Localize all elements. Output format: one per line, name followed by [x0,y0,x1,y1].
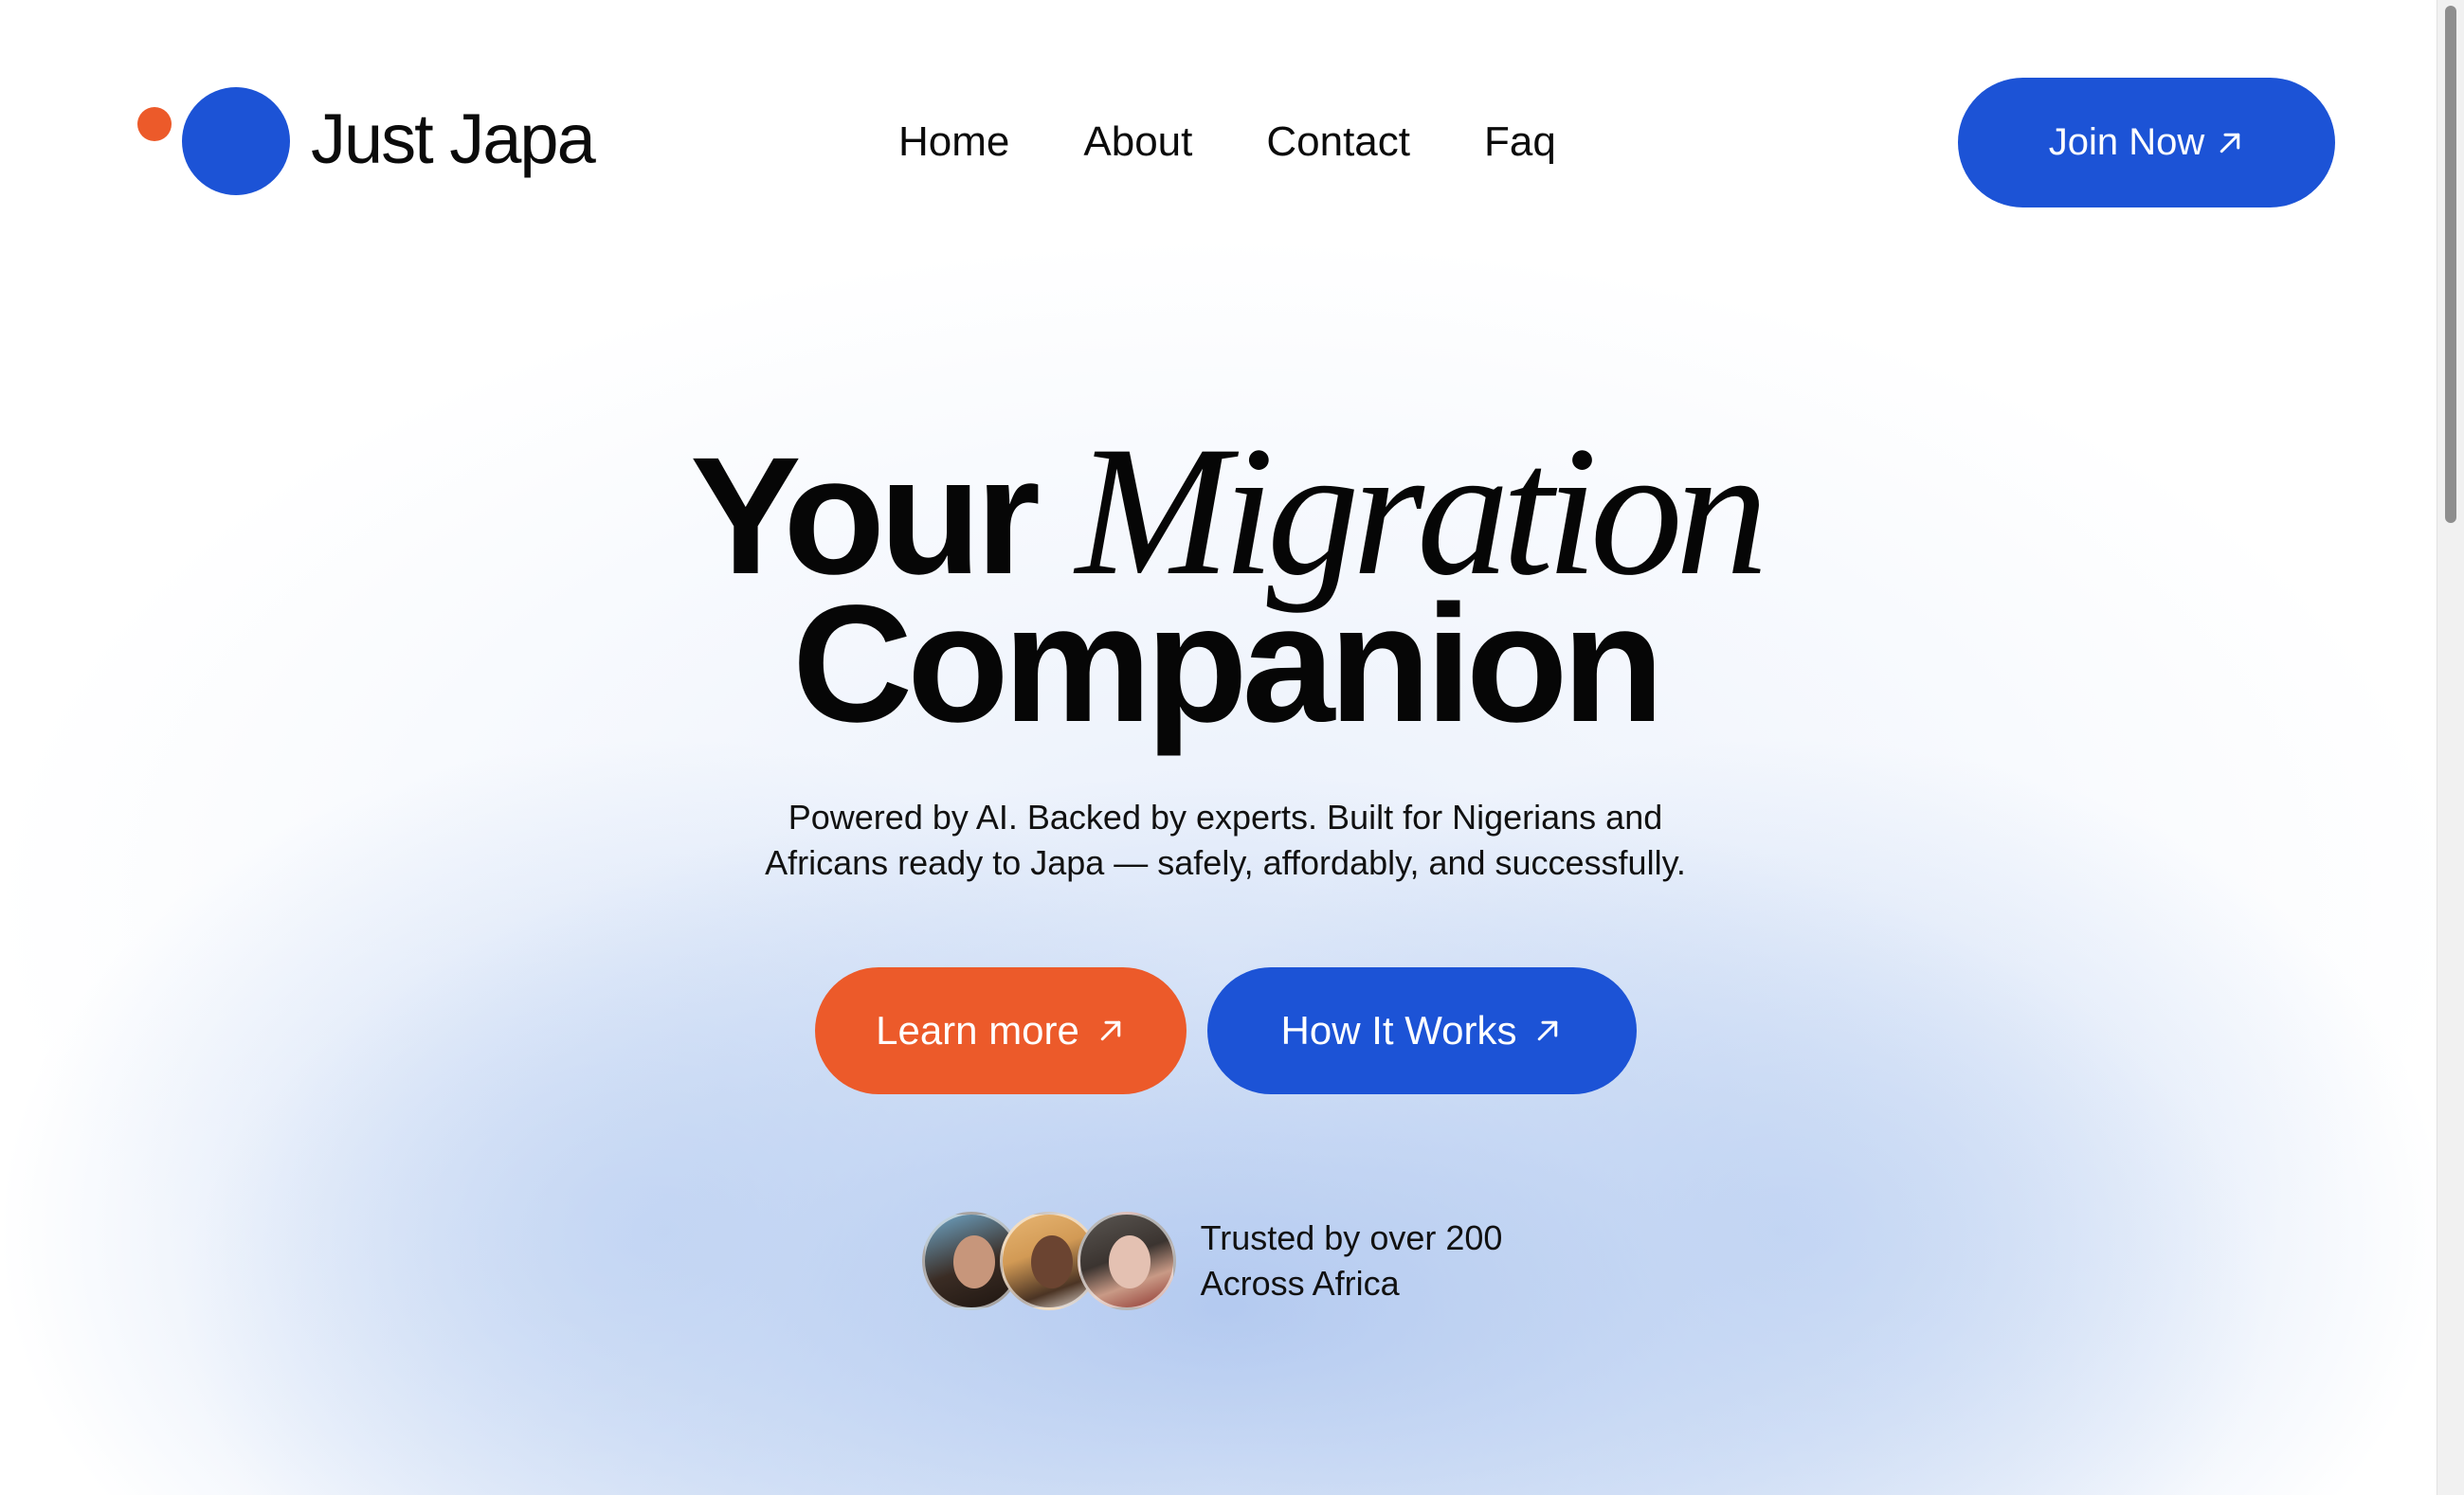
avatar-group [921,1212,1176,1310]
trust-badge: Trusted by over 200 Across Africa [0,1212,2451,1310]
arrow-up-right-icon [2220,133,2240,153]
cta-buttons: Learn more How It Works [0,967,2451,1094]
how-it-works-label: How It Works [1280,1008,1517,1053]
arrow-up-right-icon [1538,1020,1558,1041]
main-nav: Home About Contact Faq [898,112,1556,172]
logo-small-dot-icon [137,107,172,141]
join-now-label: Join Now [2048,121,2205,163]
learn-more-button[interactable]: Learn more [814,967,1187,1094]
how-it-works-button[interactable]: How It Works [1206,967,1637,1094]
hero-headline: Your Migration Companion [0,419,2451,757]
trust-text: Trusted by over 200 Across Africa [1201,1216,1503,1306]
join-now-button[interactable]: Join Now [1958,78,2335,207]
headline-line-2: Companion [792,571,1664,757]
trust-line-1: Trusted by over 200 [1200,1218,1503,1257]
nav-item-faq[interactable]: Faq [1484,112,1556,172]
brand-name: Just Japa [311,99,596,178]
nav-item-about[interactable]: About [1083,112,1192,172]
landing-page: Just Japa Home About Contact Faq Join No… [0,0,2464,1495]
avatar [1077,1212,1176,1310]
nav-item-contact[interactable]: Contact [1266,112,1410,172]
trust-line-2: Across Africa [1200,1264,1400,1303]
arrow-up-right-icon [1100,1020,1121,1041]
site-header: Just Japa Home About Contact Faq Join No… [0,0,2426,284]
scrollbar-thumb[interactable] [2445,6,2456,523]
nav-item-home[interactable]: Home [898,112,1009,172]
headline-line-1: Your Migration [0,419,2451,604]
subtext-line-2: Africans ready to Japa — safely, afforda… [765,843,1686,882]
vertical-scrollbar[interactable] [2437,0,2464,1495]
learn-more-label: Learn more [876,1008,1079,1053]
logo-large-dot-icon [182,87,290,195]
hero-subtext: Powered by AI. Backed by experts. Built … [742,795,1709,886]
hero-section: Your Migration Companion Powered by AI. … [0,419,2451,1310]
subtext-line-1: Powered by AI. Backed by experts. Built … [788,798,1663,837]
